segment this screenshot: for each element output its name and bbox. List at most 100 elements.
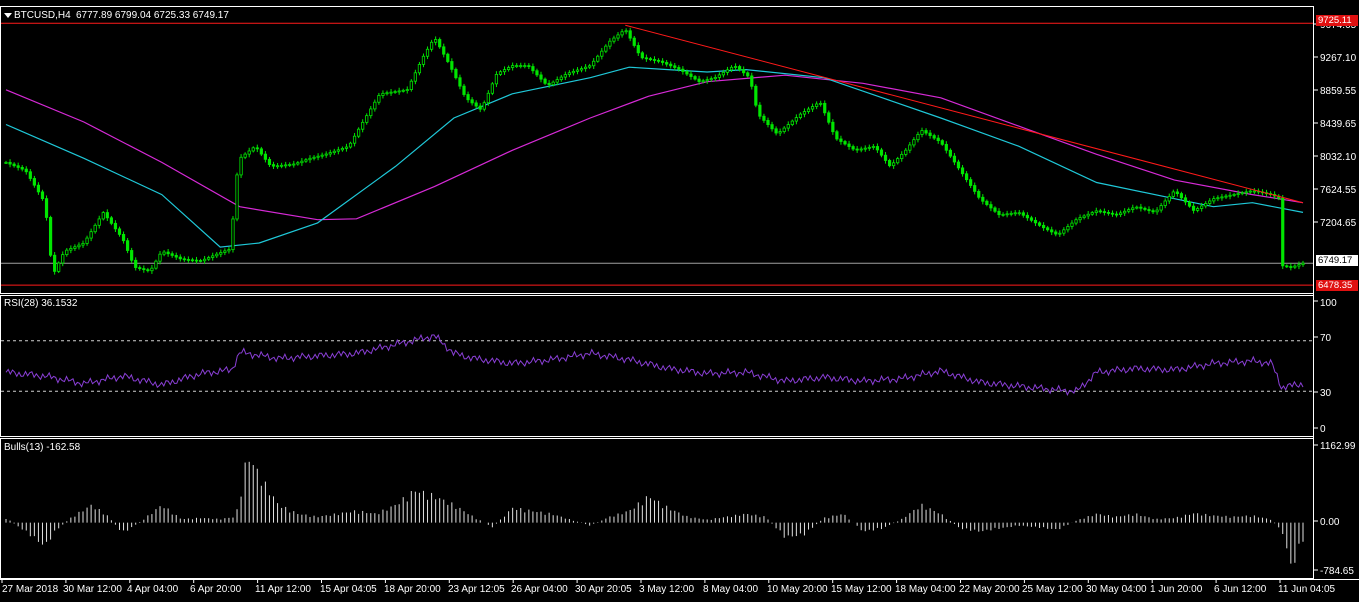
candle-body: [158, 253, 162, 262]
candle-body: [912, 139, 916, 146]
triangle-down-icon[interactable]: [4, 13, 12, 18]
candle-body: [174, 255, 178, 258]
candle-body: [1175, 191, 1179, 194]
candle-body: [786, 124, 790, 129]
candle-body: [138, 267, 142, 270]
candle-body: [405, 89, 409, 91]
bottom-level-tag: 6478.35: [1316, 280, 1358, 291]
chart-window[interactable]: BTCUSD,H4 6777.89 6799.04 6725.33 6749.1…: [0, 0, 1359, 599]
candle-body: [251, 147, 255, 152]
candle-body: [271, 164, 276, 167]
candle-body: [677, 67, 681, 70]
candle-body: [8, 161, 12, 165]
candle-body: [490, 83, 494, 94]
candle-body: [219, 252, 223, 255]
candle-body: [190, 259, 195, 262]
candle-body: [575, 69, 580, 72]
candle-body: [150, 267, 154, 272]
candle-body: [746, 72, 750, 77]
candle-body: [636, 45, 640, 54]
candle-body: [644, 57, 648, 60]
candle-body: [1171, 191, 1175, 197]
candle-body: [535, 70, 539, 76]
candle-body: [393, 91, 397, 93]
time-tick: 6 Apr 20:00: [190, 584, 242, 595]
candle-body: [1106, 212, 1111, 214]
candle-body: [839, 138, 843, 142]
candle-body: [555, 79, 559, 83]
candle-body: [900, 153, 904, 159]
candle-body: [1082, 215, 1086, 219]
bulls-tick: -784.65: [1320, 566, 1354, 577]
candle-body: [819, 102, 823, 105]
bulls-panel-frame: [0, 438, 1314, 579]
chart-canvas[interactable]: [0, 0, 1359, 599]
candle-body: [85, 237, 89, 244]
candle-body: [1066, 226, 1070, 231]
candle-body: [806, 108, 811, 112]
candle-body: [1119, 212, 1123, 216]
candle-body: [28, 171, 32, 179]
time-tick: 26 Apr 04:00: [511, 584, 568, 595]
candle-body: [348, 142, 353, 148]
candle-body: [661, 60, 665, 63]
candle-body: [20, 167, 24, 170]
price-tick: 8032.10: [1320, 152, 1357, 163]
candle-body: [798, 113, 803, 118]
candle-body: [316, 155, 320, 158]
candle-body: [681, 68, 685, 72]
candle-body: [1050, 229, 1054, 233]
price-tick: 7204.65: [1320, 218, 1357, 229]
candle-body: [1001, 213, 1005, 216]
candle-body: [178, 256, 182, 260]
rsi-tick: 30: [1320, 388, 1332, 399]
candle-body: [827, 112, 831, 123]
candle-body: [689, 73, 693, 77]
candle-body: [624, 30, 628, 33]
candle-body: [693, 76, 697, 80]
candle-body: [766, 120, 770, 126]
candle-body: [973, 185, 977, 192]
candle-body: [1208, 200, 1212, 204]
candle-body: [275, 165, 280, 168]
candle-body: [121, 234, 126, 242]
candle-body: [733, 66, 738, 68]
candle-body: [640, 52, 644, 59]
candle-body: [207, 257, 211, 260]
candle-body: [563, 74, 567, 78]
candle-body: [721, 71, 726, 76]
candle-body: [648, 58, 653, 61]
candle-body: [1244, 191, 1248, 194]
candle-body: [600, 50, 604, 57]
candle-body: [1013, 212, 1017, 215]
candle-body: [1143, 207, 1147, 210]
candle-body: [685, 71, 689, 75]
candle-body: [1289, 266, 1293, 268]
candle-body: [409, 80, 413, 90]
candle-body: [470, 99, 474, 104]
candle-body: [1025, 214, 1029, 219]
candle-body: [948, 149, 952, 157]
candle-body: [243, 153, 247, 158]
candle-body: [1224, 195, 1228, 198]
candle-body: [320, 154, 324, 157]
candle-body: [462, 85, 466, 95]
candle-body: [215, 253, 219, 257]
candle-body: [401, 89, 405, 92]
candle-body: [267, 158, 272, 165]
candle-body: [442, 46, 446, 55]
time-tick: 3 May 12:00: [639, 584, 695, 595]
candle-body: [482, 102, 486, 110]
candle-body: [738, 66, 742, 71]
candle-body: [592, 60, 596, 67]
candle-body: [1102, 211, 1106, 213]
candle-body: [235, 174, 239, 220]
candle-body: [502, 69, 507, 73]
time-tick: 11 Apr 12:00: [255, 584, 311, 595]
candle-body: [474, 102, 478, 107]
candle-body: [608, 40, 612, 47]
candle-body: [1187, 201, 1192, 207]
time-tick: 15 Apr 04:05: [320, 584, 377, 595]
candle-body: [551, 81, 555, 86]
candle-body: [778, 131, 782, 134]
